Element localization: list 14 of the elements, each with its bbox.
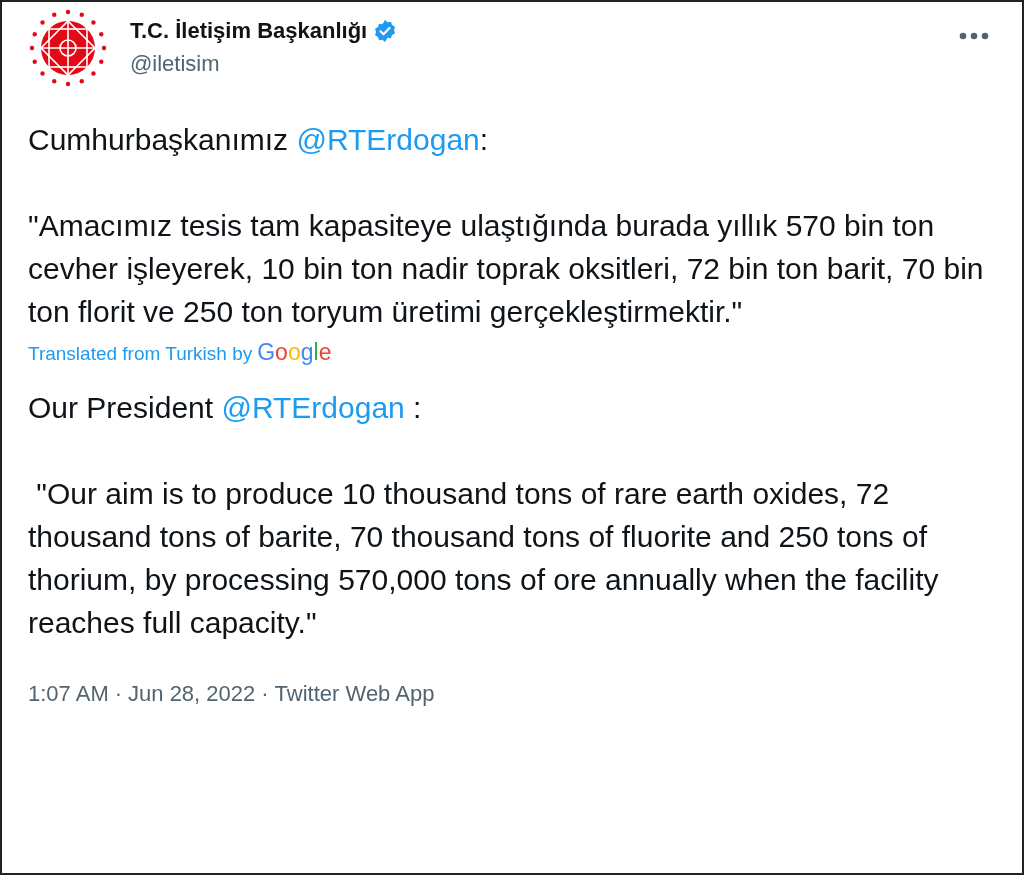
tweet-date[interactable]: Jun 28, 2022 xyxy=(128,681,256,707)
translated-quote: "Our aim is to produce 10 thousand tons of rare earth oxides, 72 thousand tons of barite, 70 thousand tons of fluorite and 250 tons of thorium, by processing 570,000 tons of ore annually when the facility reaches full capacity." xyxy=(28,476,940,641)
more-options-icon[interactable] xyxy=(959,32,989,40)
emblem-avatar[interactable] xyxy=(28,8,108,88)
tweet-text: Cumhurbaşkanımız @RTErdogan: xyxy=(28,122,490,158)
separator-dot: · xyxy=(114,681,123,707)
translator-logo: Google xyxy=(257,339,332,366)
account-handle[interactable]: @iletisim xyxy=(130,51,398,77)
tweet-source[interactable]: Twitter Web App xyxy=(274,681,435,707)
tweet-time[interactable]: 1:07 AM xyxy=(28,681,109,707)
tweet-quote: "Amacımız tesis tam kapasiteye ulaştığında burada yıllık 570 bin ton cevher işleyerek, 10 bin ton nadir toprak oksitleri, 72 bin ton barit, 70 bin ton florit ve 250 ton toryum üretimi gerçekleştirmektir." xyxy=(28,208,985,330)
account-name[interactable]: T.C. İletişim Başkanlığı xyxy=(130,18,368,44)
translated-text: Our President @RTErdogan : xyxy=(28,390,423,426)
separator-dot: · xyxy=(261,681,269,707)
